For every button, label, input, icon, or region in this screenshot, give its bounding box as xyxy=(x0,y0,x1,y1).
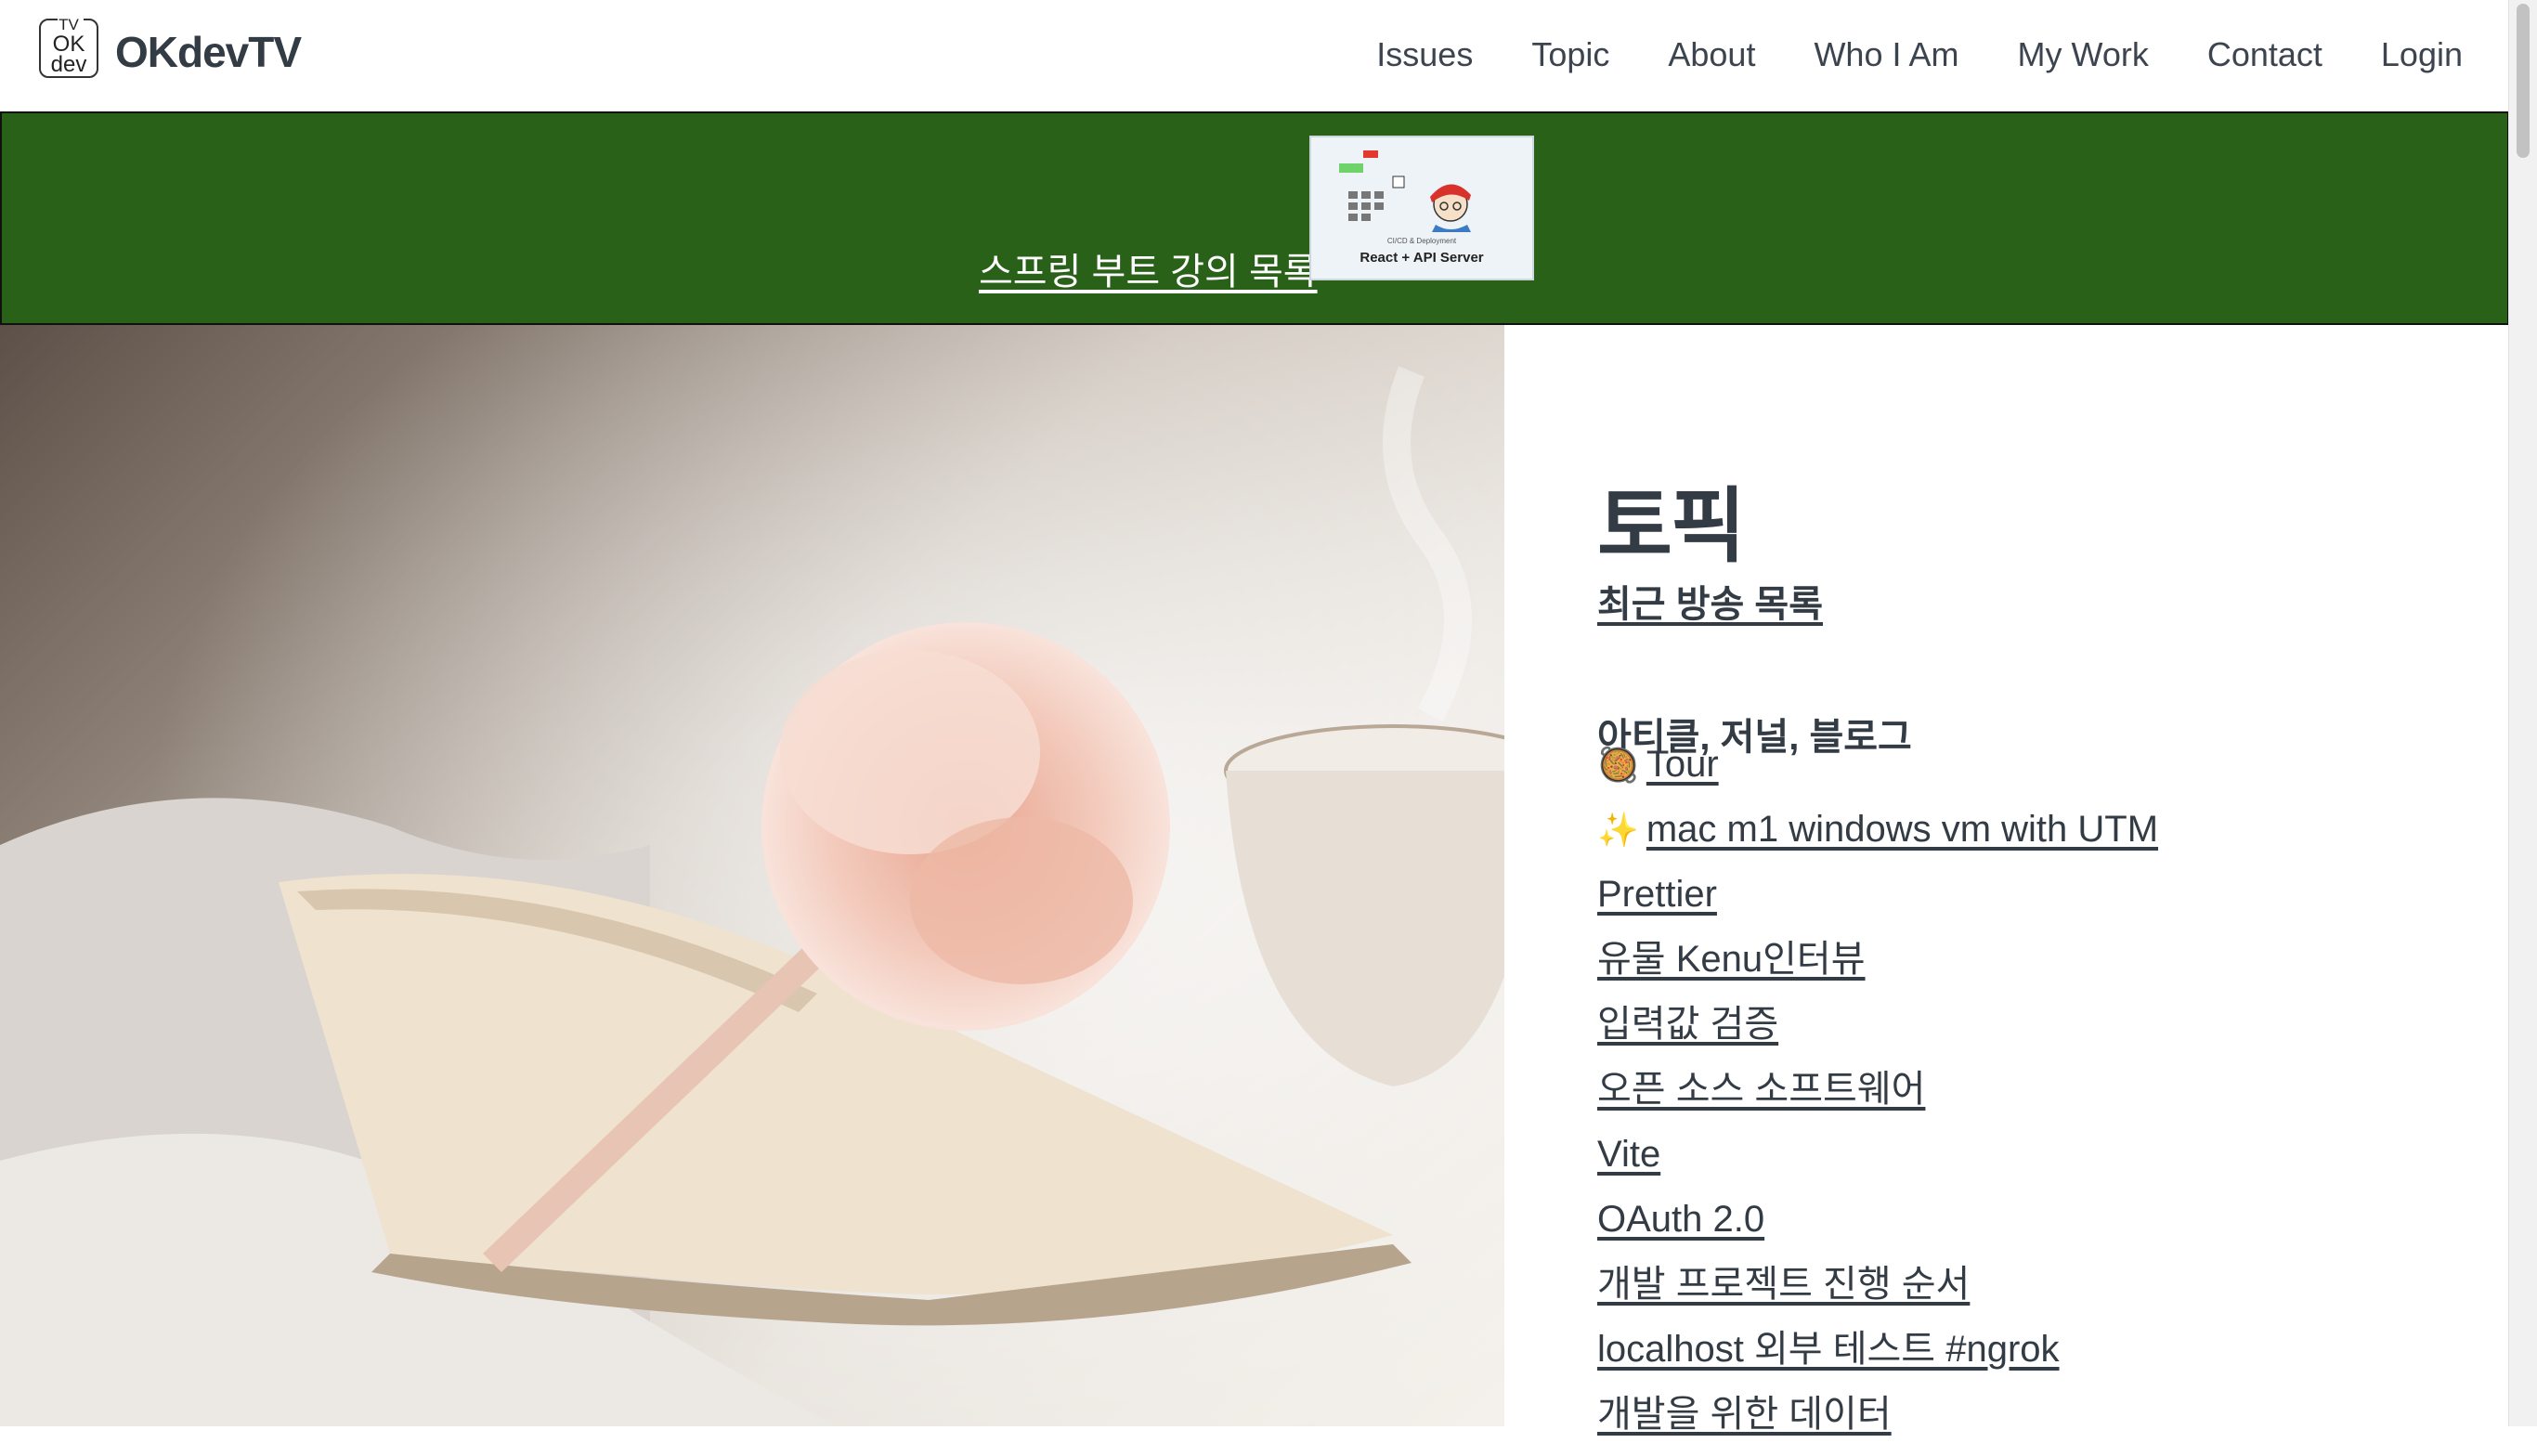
logo-tv-text: TV xyxy=(59,16,79,33)
article-link-project-order[interactable]: 개발 프로젝트 진행 순서 xyxy=(1597,1264,1970,1305)
list-item: 🥘 Tour xyxy=(1597,741,2158,806)
list-item: 오픈 소스 소프트웨어 xyxy=(1597,1066,2158,1131)
book-flower-photo xyxy=(0,325,1504,1426)
page-scrollbar[interactable] xyxy=(2508,0,2537,1426)
sparkles-icon: ✨ xyxy=(1597,811,1639,849)
article-link-vite[interactable]: Vite xyxy=(1597,1134,1660,1175)
nav-topic[interactable]: Topic xyxy=(1531,33,1609,76)
article-link-ngrok[interactable]: localhost 외부 테스트 #ngrok xyxy=(1597,1329,2060,1370)
nav-my-work[interactable]: My Work xyxy=(2018,33,2149,76)
nav-who-i-am[interactable]: Who I Am xyxy=(1814,33,1958,76)
list-item: 개발을 위한 데이터 xyxy=(1597,1391,2158,1456)
logo-dev-text: dev xyxy=(50,52,87,77)
list-item: 입력값 검증 xyxy=(1597,1001,2158,1066)
list-item: 개발 프로젝트 진행 순서 xyxy=(1597,1261,2158,1326)
promo-banner: 스프링 부트 강의 목록 CI/CD & Deployment React + … xyxy=(0,111,2509,325)
article-link-tour[interactable]: Tour xyxy=(1646,744,1719,785)
article-link-oauth[interactable]: OAuth 2.0 xyxy=(1597,1199,1764,1240)
nav-issues[interactable]: Issues xyxy=(1376,33,1473,76)
list-item: ✨ mac m1 windows vm with UTM xyxy=(1597,806,2158,871)
spring-boot-lectures-link[interactable]: 스프링 부트 강의 목록 xyxy=(979,241,1318,295)
thumbnail-subtitle: CI/CD & Deployment xyxy=(1386,237,1457,245)
article-link-kenu-interview[interactable]: 유물 Kenu인터뷰 xyxy=(1597,939,1866,980)
article-link-input-validation[interactable]: 입력값 검증 xyxy=(1597,1004,1778,1045)
logo-icon[interactable]: TV OK dev xyxy=(39,12,98,78)
banner-thumbnail[interactable]: CI/CD & Deployment React + API Server xyxy=(1309,136,1534,280)
article-link-open-source[interactable]: 오픈 소스 소프트웨어 xyxy=(1597,1069,1925,1110)
article-link-prettier[interactable]: Prettier xyxy=(1597,874,1717,915)
page-title: 토픽 xyxy=(1597,479,1746,572)
nav-about[interactable]: About xyxy=(1668,33,1755,76)
site-header: TV OK dev OKdevTV Issues Topic About Who… xyxy=(0,0,2509,113)
hero-photo xyxy=(0,325,1504,1426)
thumbnail-title: React + API Server xyxy=(1360,250,1484,266)
paella-icon: 🥘 xyxy=(1597,746,1639,784)
site-name[interactable]: OKdevTV xyxy=(115,26,302,78)
main-nav: Issues Topic About Who I Am My Work Cont… xyxy=(1318,33,2463,76)
list-item: Vite xyxy=(1597,1131,2158,1196)
list-item: 유물 Kenu인터뷰 xyxy=(1597,936,2158,1001)
article-list: 🥘 Tour ✨ mac m1 windows vm with UTM Pretti… xyxy=(1597,741,2158,1456)
nav-login[interactable]: Login xyxy=(2381,33,2463,76)
nav-contact[interactable]: Contact xyxy=(2207,33,2322,76)
list-item: Prettier xyxy=(1597,871,2158,936)
article-link-dev-data[interactable]: 개발을 위한 데이터 xyxy=(1597,1394,1892,1435)
list-item: localhost 외부 테스트 #ngrok xyxy=(1597,1326,2158,1391)
scrollbar-thumb[interactable] xyxy=(2517,4,2530,158)
recent-broadcasts-link[interactable]: 최근 방송 목록 xyxy=(1597,574,1823,628)
list-item: OAuth 2.0 xyxy=(1597,1196,2158,1261)
article-link-utm[interactable]: mac m1 windows vm with UTM xyxy=(1646,809,2158,850)
